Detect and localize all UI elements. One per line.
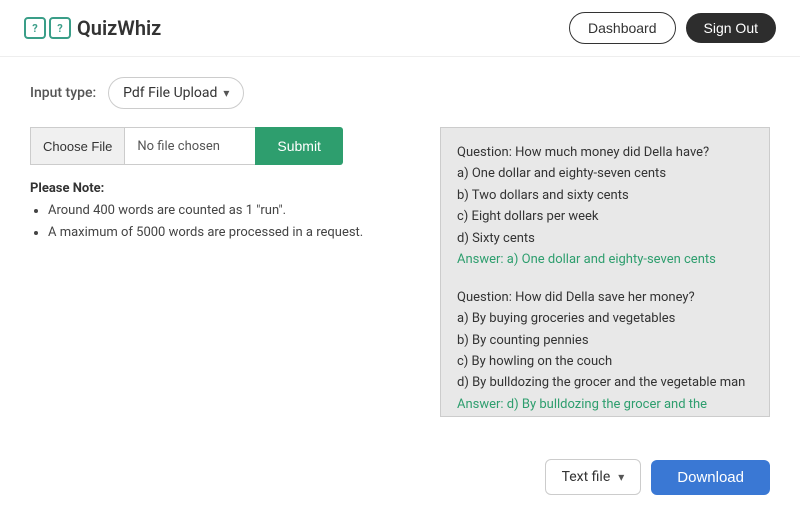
option-text: d) By bulldozing the grocer and the vege…	[457, 372, 753, 393]
option-text: c) Eight dollars per week	[457, 206, 753, 227]
submit-button[interactable]: Submit	[255, 127, 343, 165]
input-type-select[interactable]: Pdf File Upload ▾	[108, 77, 244, 109]
logo-icon: ? ?	[24, 17, 71, 39]
option-text: c) By howling on the couch	[457, 351, 753, 372]
input-type-label: Input type:	[30, 85, 96, 101]
choose-file-button[interactable]: Choose File	[31, 128, 125, 164]
option-text: d) Sixty cents	[457, 228, 753, 249]
file-name-label: No file chosen	[125, 128, 255, 164]
file-input-wrapper: Choose File No file chosen	[30, 127, 255, 165]
content-area: Choose File No file chosen Submit Please…	[30, 127, 770, 417]
right-panel: Question: How much money did Della have?…	[440, 127, 770, 417]
app-header: ? ? QuizWhiz Dashboard Sign Out	[0, 0, 800, 57]
notes-title: Please Note:	[30, 181, 420, 196]
notes-list: Around 400 words are counted as 1 "run".…	[30, 200, 420, 244]
download-button[interactable]: Download	[651, 460, 770, 495]
main-content: Input type: Pdf File Upload ▾ Choose Fil…	[0, 57, 800, 437]
option-text: b) Two dollars and sixty cents	[457, 185, 753, 206]
notes-section: Please Note: Around 400 words are counte…	[30, 181, 420, 244]
header-buttons: Dashboard Sign Out	[569, 12, 776, 44]
option-text: b) By counting pennies	[457, 330, 753, 351]
file-type-select[interactable]: Text file ▾	[545, 459, 642, 495]
upload-row: Choose File No file chosen Submit	[30, 127, 420, 165]
dashboard-button[interactable]: Dashboard	[569, 12, 676, 44]
signout-button[interactable]: Sign Out	[686, 13, 776, 43]
logo-area: ? ? QuizWhiz	[24, 16, 161, 40]
question-block: Question: How much money did Della have?…	[457, 142, 753, 271]
input-type-value: Pdf File Upload	[123, 85, 217, 101]
question-text: Question: How did Della save her money?	[457, 287, 753, 308]
logo-bracket-2: ?	[49, 17, 71, 39]
app-name: QuizWhiz	[77, 16, 161, 40]
bottom-bar: Text file ▾ Download	[0, 445, 800, 509]
notes-item-2: A maximum of 5000 words are processed in…	[48, 222, 420, 244]
logo-bracket-1: ?	[24, 17, 46, 39]
answer-text: Answer: a) One dollar and eighty-seven c…	[457, 249, 753, 270]
left-panel: Choose File No file chosen Submit Please…	[30, 127, 420, 417]
question-text: Question: How much money did Della have?	[457, 142, 753, 163]
answer-text: Answer: d) By bulldozing the grocer and …	[457, 394, 753, 417]
input-type-row: Input type: Pdf File Upload ▾	[30, 77, 770, 109]
file-type-chevron-icon: ▾	[618, 470, 624, 484]
option-text: a) By buying groceries and vegetables	[457, 308, 753, 329]
chevron-down-icon: ▾	[223, 86, 229, 100]
quiz-output[interactable]: Question: How much money did Della have?…	[440, 127, 770, 417]
option-text: a) One dollar and eighty-seven cents	[457, 163, 753, 184]
question-block: Question: How did Della save her money?a…	[457, 287, 753, 417]
file-type-label: Text file	[562, 469, 611, 485]
notes-item-1: Around 400 words are counted as 1 "run".	[48, 200, 420, 222]
